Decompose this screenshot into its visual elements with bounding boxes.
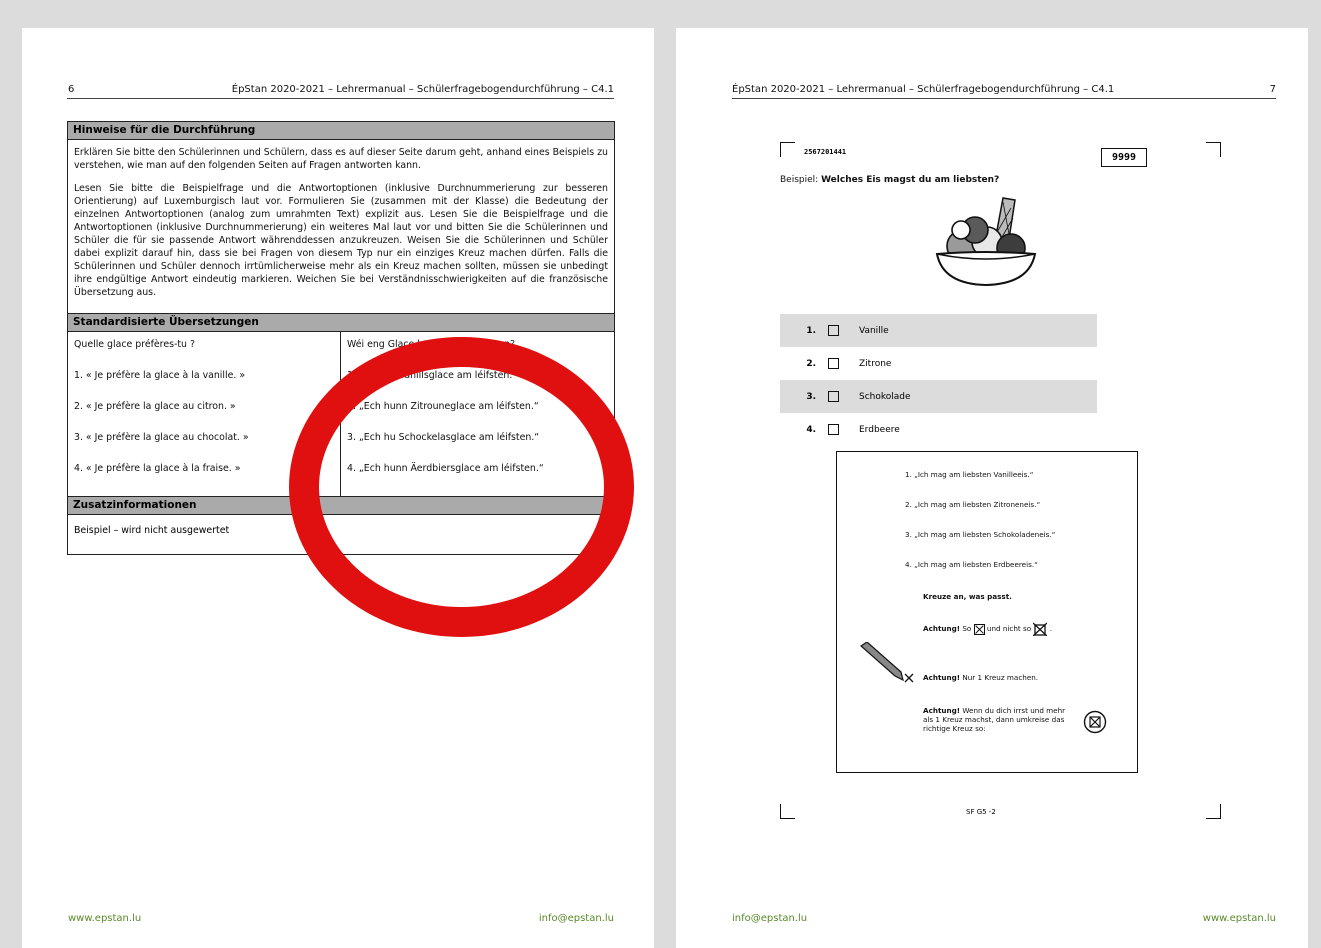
answer-option[interactable]: 2. Zitrone: [780, 347, 1097, 380]
attention-label: Achtung!: [923, 673, 961, 682]
header-rule: [732, 98, 1276, 99]
instruction-so: So: [962, 624, 972, 633]
instruction-correction: Achtung! Wenn du dich irrst und mehr als…: [923, 706, 1073, 733]
answer-option[interactable]: 4. Erdbeere: [780, 413, 1097, 446]
attention-label: Achtung!: [923, 624, 961, 633]
id-box: 9999: [1101, 148, 1147, 167]
footer-website: www.epstan.lu: [1202, 913, 1276, 924]
checkbox[interactable]: [828, 358, 839, 369]
corner-mark-top-right: [1206, 142, 1221, 157]
french-option: 1. « Je préfère la glace à la vanille. »: [74, 370, 246, 381]
hints-paragraph-1: Erklären Sie bitte den Schülerinnen und …: [74, 147, 608, 171]
option-number: 4.: [806, 424, 816, 435]
ice-cream-bowl-icon: [935, 197, 1037, 286]
barcode-number: 2567201441: [804, 148, 847, 156]
pencil-icon: [860, 642, 914, 683]
instruction-box: 1. „Ich mag am liebsten Vanilleeis.“ 2. …: [836, 451, 1138, 773]
option-number: 1.: [806, 325, 816, 336]
hints-text: Erklären Sie bitte den Schülerinnen und …: [68, 140, 614, 313]
question-text: Welches Eis magst du am liebsten?: [821, 175, 1000, 185]
page-number: 7: [1269, 84, 1276, 95]
checkbox[interactable]: [828, 391, 839, 402]
instruction-not-so: und nicht so: [986, 624, 1032, 633]
correct-cross-icon: [973, 623, 985, 635]
option-label: Erdbeere: [859, 424, 900, 435]
page-header: ÉpStan 2020-2021 – Lehrermanual – Schüle…: [732, 84, 1115, 95]
box-quote: 3. „Ich mag am liebsten Schokoladeneis.“: [905, 530, 1056, 539]
instruction-text: Nur 1 Kreuz machen.: [962, 673, 1039, 682]
option-number: 2.: [806, 358, 816, 369]
footer-email: info@epstan.lu: [538, 913, 614, 924]
checkbox[interactable]: [828, 424, 839, 435]
hints-heading: Hinweise für die Durchführung: [68, 122, 614, 140]
example-question: Beispiel: Welches Eis magst du am liebst…: [780, 175, 999, 185]
translations-heading: Standardisierte Übersetzungen: [68, 313, 614, 332]
corner-mark-bottom-right: [1206, 804, 1221, 819]
instruction-cross-style: Achtung! So und nicht so .: [923, 622, 1052, 637]
header-rule: [67, 98, 614, 99]
form-code: SF G5 -2: [966, 808, 996, 816]
french-option: 2. « Je préfère la glace au citron. »: [74, 401, 236, 412]
answer-option[interactable]: 1. Vanille: [780, 314, 1097, 347]
box-quote: 2. „Ich mag am liebsten Zitroneneis.“: [905, 500, 1041, 509]
red-highlight-circle: [289, 337, 634, 637]
option-label: Schokolade: [859, 391, 911, 402]
instruction-mark: Kreuze an, was passt.: [923, 592, 1012, 601]
right-page: ÉpStan 2020-2021 – Lehrermanual – Schüle…: [676, 28, 1308, 948]
instruction-one-cross: Achtung! Nur 1 Kreuz machen.: [923, 673, 1038, 682]
box-quote: 1. „Ich mag am liebsten Vanilleeis.“: [905, 470, 1034, 479]
hints-paragraph-2: Lesen Sie bitte die Beispielfrage und di…: [74, 183, 608, 298]
page-number: 6: [68, 84, 75, 95]
circled-cross-icon: [1083, 710, 1107, 734]
question-prefix: Beispiel:: [780, 175, 819, 185]
box-quote: 4. „Ich mag am liebsten Erdbeereis.“: [905, 560, 1038, 569]
page-header: ÉpStan 2020-2021 – Lehrermanual – Schüle…: [231, 84, 614, 95]
option-number: 3.: [806, 391, 816, 402]
option-label: Vanille: [859, 325, 889, 336]
french-question: Quelle glace préfères-tu ?: [74, 339, 195, 350]
attention-label: Achtung!: [923, 706, 961, 715]
answer-option[interactable]: 3. Schokolade: [780, 380, 1097, 413]
corner-mark-bottom-left: [780, 804, 795, 819]
footer-email: info@epstan.lu: [732, 913, 808, 924]
option-label: Zitrone: [859, 358, 892, 369]
wrong-cross-icon: [1033, 622, 1048, 637]
checkbox[interactable]: [828, 325, 839, 336]
corner-mark-top-left: [780, 142, 795, 157]
footer-website: www.epstan.lu: [68, 913, 142, 924]
